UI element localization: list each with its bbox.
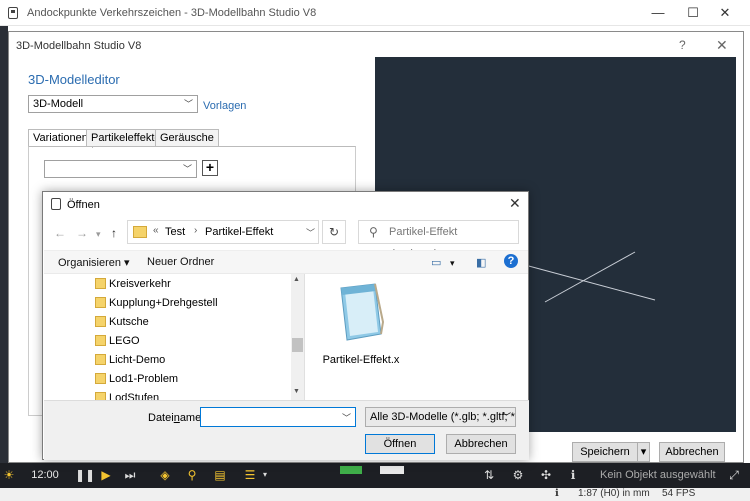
folder-icon (95, 335, 106, 346)
organize-button[interactable]: Organisieren ▾ (58, 256, 130, 269)
fps-display: 54 FPS (662, 488, 696, 499)
help-button[interactable]: ? (679, 38, 686, 52)
open-button[interactable]: Öffnen (365, 434, 435, 454)
breadcrumb-test[interactable]: Test (165, 226, 185, 238)
chevron-down-icon[interactable]: ▾ (450, 258, 455, 269)
up-arrow-icon[interactable]: ↑ (111, 226, 117, 240)
breadcrumb-separator-icon: › (194, 225, 198, 236)
folder-item[interactable]: Lod1-Problem (95, 370, 178, 388)
folder-icon (95, 297, 106, 308)
search-icon[interactable]: ⚲ (185, 468, 199, 482)
tree-scrollbar[interactable]: ▲ ▼ (291, 274, 304, 400)
folder-item[interactable]: LEGO (95, 332, 140, 350)
chevron-down-icon: ﹀ (183, 99, 193, 109)
app-icon (8, 7, 18, 19)
editor-cancel-button[interactable]: Abbrechen (659, 442, 725, 462)
search-icon: ⚲ (369, 225, 378, 239)
new-folder-button[interactable]: Neuer Ordner (147, 256, 214, 268)
back-arrow-icon[interactable]: ← (54, 226, 66, 240)
main-close-button[interactable]: ✕ (702, 0, 748, 26)
folder-tree: Kreisverkehr Kupplung+Drehgestell Kutsch… (44, 274, 305, 400)
folder-icon (95, 354, 106, 365)
selection-status: Kein Objekt ausgewählt (600, 469, 716, 481)
dialog-footer: Dateiname: ﹀ Alle 3D-Modelle (*.glb; *.g… (44, 400, 529, 460)
open-file-dialog: Öffnen ✕ ← → ▾ ↑ « Test › Partikel-Effek… (42, 191, 529, 460)
white-mode-button[interactable] (380, 466, 404, 474)
dialog-app-icon (51, 198, 61, 210)
play-icon[interactable]: ▶ (99, 468, 113, 482)
gear-icon[interactable]: ⚙ (511, 468, 525, 482)
filename-input[interactable]: ﹀ (200, 407, 356, 427)
sun-icon[interactable]: ☀ (2, 468, 16, 482)
chevron-down-icon: ﹀ (182, 164, 192, 174)
main-window-title: Andockpunkte Verkehrszeichen - 3D-Modell… (27, 7, 317, 19)
address-bar[interactable]: « Test › Partikel-Effekt ﹀ (127, 220, 319, 244)
editor-title: 3D-Modellbahn Studio V8 (16, 40, 142, 52)
layers-icon[interactable]: ◈ (158, 468, 172, 482)
status-bar: ℹ 1:87 (H0) in mm 54 FPS (0, 488, 750, 501)
notepad-file-icon (340, 283, 385, 341)
model-select[interactable]: 3D-Modell ﹀ (28, 95, 198, 113)
scrollbar-thumb[interactable] (292, 338, 303, 352)
left-dock-strip (0, 26, 8, 463)
main-title-bar: Andockpunkte Verkehrszeichen - 3D-Modell… (0, 0, 750, 26)
view-options-icon[interactable]: ▭ (431, 256, 441, 269)
pause-icon[interactable]: ❚❚ (75, 468, 95, 482)
filename-label: Dateiname: (148, 412, 205, 424)
catalog-icon[interactable]: ▤ (213, 468, 227, 482)
scroll-up-icon[interactable]: ▲ (293, 276, 300, 283)
folder-item[interactable]: Kutsche (95, 313, 149, 331)
chevron-down-icon[interactable]: ﹀ (342, 411, 351, 424)
expand-icon[interactable]: ⤢ (727, 468, 741, 482)
file-name-label: Partikel-Effekt.x (322, 354, 400, 366)
search-input[interactable]: ⚲ Partikel-Effekt durchsuchen (358, 220, 519, 260)
fast-forward-icon[interactable]: ⏭ (123, 468, 137, 482)
breadcrumb-partikel-effekt[interactable]: Partikel-Effekt (205, 226, 273, 238)
editor-close-button[interactable]: ✕ (716, 37, 728, 54)
command-bar: Organisieren ▾ Neuer Ordner ▭ ▾ ◧ ? (44, 250, 528, 274)
editor-heading: 3D-Modelleditor (28, 72, 120, 87)
templates-link[interactable]: Vorlagen (203, 100, 246, 112)
forward-arrow-icon[interactable]: → (76, 226, 88, 240)
add-variation-button[interactable]: + (202, 160, 218, 176)
variation-select[interactable]: ﹀ (44, 160, 197, 178)
folder-icon (95, 316, 106, 327)
folder-item[interactable]: Licht-Demo (95, 351, 165, 369)
open-dialog-close-button[interactable]: ✕ (509, 195, 521, 212)
folder-icon (95, 278, 106, 289)
sliders-icon[interactable]: ⇅ (482, 468, 496, 482)
scroll-down-icon[interactable]: ▼ (293, 388, 300, 395)
save-button[interactable]: Speichern (572, 442, 638, 462)
folder-item[interactable]: Kupplung+Drehgestell (95, 294, 218, 312)
open-dialog-title: Öffnen (67, 199, 100, 211)
filetype-select[interactable]: Alle 3D-Modelle (*.glb; *.gltf; *. ﹀ (365, 407, 516, 427)
list-icon[interactable]: ☰ (243, 468, 257, 482)
folder-item[interactable]: LodStufen (95, 389, 159, 400)
scale-display: 1:87 (H0) in mm (578, 488, 650, 499)
chevron-down-icon[interactable]: ﹀ (306, 226, 315, 239)
tab-particle-effects[interactable]: Partikeleffekte (86, 129, 166, 147)
tab-sounds[interactable]: Geräusche (155, 129, 219, 147)
save-dropdown-button[interactable]: ▾ (637, 442, 650, 462)
breadcrumb-prefix: « (153, 225, 159, 236)
folder-icon (95, 373, 106, 384)
folder-icon (133, 226, 147, 238)
preview-pane-icon[interactable]: ◧ (476, 256, 486, 269)
tools-icon[interactable]: ✣ (539, 468, 553, 482)
help-icon[interactable]: ? (504, 254, 518, 268)
info-icon[interactable]: ℹ (566, 468, 580, 482)
chevron-down-icon: ﹀ (501, 412, 511, 422)
green-mode-button[interactable] (340, 466, 362, 474)
time-display[interactable]: 12:00 (30, 467, 60, 484)
status-info-icon: ℹ (555, 488, 559, 499)
main-toolbar: ☀ 12:00 ❚❚ ▶ ⏭ ◈ ⚲ ▤ ☰ ▾ ⇅ ⚙ ✣ ℹ Kein Ob… (0, 463, 750, 488)
open-cancel-button[interactable]: Abbrechen (446, 434, 516, 454)
model-select-value: 3D-Modell (33, 98, 84, 110)
refresh-icon[interactable]: ↻ (322, 220, 346, 244)
chevron-down-icon[interactable]: ▾ (258, 468, 272, 482)
recent-locations-icon[interactable]: ▾ (96, 229, 101, 240)
folder-item[interactable]: Kreisverkehr (95, 275, 171, 293)
folder-icon (95, 392, 106, 400)
